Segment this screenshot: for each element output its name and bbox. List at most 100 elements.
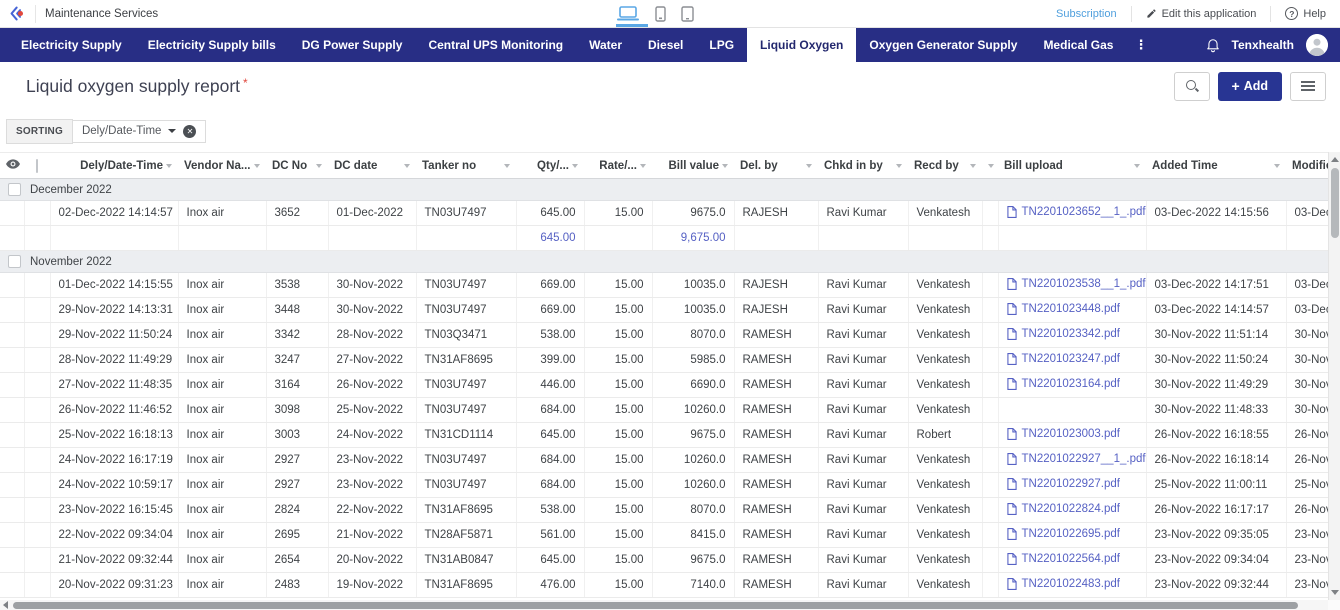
bill-file-link[interactable]: TN2201022927__1_.pdf	[1007, 453, 1146, 465]
col-header-gap[interactable]	[982, 153, 998, 179]
sort-arrow-icon[interactable]	[806, 164, 812, 168]
sort-arrow-icon[interactable]	[988, 164, 994, 168]
group-checkbox[interactable]	[8, 255, 21, 268]
table-row[interactable]: 24-Nov-2022 16:17:19Inox air292723-Nov-2…	[0, 448, 1328, 473]
add-button[interactable]: +Add	[1218, 72, 1283, 101]
table-row[interactable]: 02-Dec-2022 14:14:57Inox air365201-Dec-2…	[0, 201, 1328, 226]
cell-bill: 10260.0	[652, 448, 734, 473]
bill-file-link[interactable]: TN2201023342.pdf	[1007, 328, 1120, 340]
nav-tab-liquid-oxygen[interactable]: Liquid Oxygen	[747, 28, 856, 62]
col-header-tanker[interactable]: Tanker no	[416, 153, 516, 179]
table-row[interactable]: 01-Dec-2022 14:15:55Inox air353830-Nov-2…	[0, 273, 1328, 298]
remove-sort-icon[interactable]: ✕	[183, 125, 196, 138]
cell-dcno: 2927	[266, 473, 328, 498]
nav-tab-lpg[interactable]: LPG	[696, 28, 747, 62]
table-row[interactable]: 22-Nov-2022 09:34:04Inox air269521-Nov-2…	[0, 523, 1328, 548]
nav-tab-oxygen-generator-supply[interactable]: Oxygen Generator Supply	[856, 28, 1030, 62]
sorting-chip[interactable]: Dely/Date-Time ✕	[73, 120, 206, 143]
sort-arrow-icon[interactable]	[404, 164, 410, 168]
nav-tab-water[interactable]: Water	[576, 28, 635, 62]
nav-tab-medical-gas[interactable]: Medical Gas	[1030, 28, 1126, 62]
laptop-icon[interactable]	[616, 6, 640, 22]
table-row[interactable]: 20-Nov-2022 09:31:23Inox air248319-Nov-2…	[0, 573, 1328, 598]
table-row[interactable]: 25-Nov-2022 16:18:13Inox air300324-Nov-2…	[0, 423, 1328, 448]
avatar[interactable]	[1306, 34, 1328, 56]
sort-arrow-icon[interactable]	[1134, 164, 1140, 168]
table-row[interactable]: 29-Nov-2022 14:13:31Inox air344830-Nov-2…	[0, 298, 1328, 323]
col-header-bill[interactable]: Bill value	[652, 153, 734, 179]
vertical-scroll-thumb[interactable]	[1331, 168, 1339, 238]
column-chooser-eye-icon[interactable]	[0, 153, 24, 179]
notifications-bell-icon[interactable]	[1206, 37, 1220, 53]
nav-tab-diesel[interactable]: Diesel	[635, 28, 696, 62]
col-header-dely[interactable]: Dely/Date-Time	[50, 153, 178, 179]
table-row[interactable]: 29-Nov-2022 11:50:24Inox air334228-Nov-2…	[0, 323, 1328, 348]
bill-file-link[interactable]: TN2201023164.pdf	[1007, 378, 1120, 390]
chevron-down-icon[interactable]	[168, 129, 176, 133]
cell-dcdate: 23-Nov-2022	[328, 448, 416, 473]
group-checkbox[interactable]	[8, 183, 21, 196]
user-name[interactable]: Tenxhealth	[1232, 38, 1294, 52]
col-header-chkd[interactable]: Chkd in by	[818, 153, 908, 179]
sort-arrow-icon[interactable]	[722, 164, 728, 168]
more-tabs-icon[interactable]: ⋮	[1126, 28, 1155, 62]
sort-arrow-icon[interactable]	[1274, 164, 1280, 168]
col-header-delby[interactable]: Del. by	[734, 153, 818, 179]
sort-arrow-icon[interactable]	[316, 164, 322, 168]
table-row[interactable]: 24-Nov-2022 10:59:17Inox air292723-Nov-2…	[0, 473, 1328, 498]
col-header-vendor[interactable]: Vendor Na...	[178, 153, 266, 179]
col-header-modified[interactable]: Modified Time	[1286, 153, 1328, 179]
bill-file-link[interactable]: TN2201023448.pdf	[1007, 303, 1120, 315]
nav-tab-central-ups-monitoring[interactable]: Central UPS Monitoring	[415, 28, 576, 62]
bill-file-link[interactable]: TN2201023538__1_.pdf	[1007, 278, 1146, 290]
sort-arrow-icon[interactable]	[572, 164, 578, 168]
nav-tab-electricity-supply[interactable]: Electricity Supply	[8, 28, 135, 62]
table-row[interactable]: 27-Nov-2022 11:48:35Inox air316426-Nov-2…	[0, 373, 1328, 398]
bill-file-link[interactable]: TN2201022824.pdf	[1007, 503, 1120, 515]
col-header-dcdate[interactable]: DC date	[328, 153, 416, 179]
horizontal-scroll-thumb[interactable]	[13, 602, 1298, 609]
col-header-recd[interactable]: Recd by	[908, 153, 982, 179]
bill-file-link[interactable]: TN2201023652__1_.pdf	[1007, 206, 1146, 218]
sort-arrow-icon[interactable]	[254, 164, 260, 168]
sort-arrow-icon[interactable]	[504, 164, 510, 168]
cell-gap	[982, 523, 998, 548]
col-header-rate[interactable]: Rate/...	[584, 153, 652, 179]
bill-file-link[interactable]: TN2201022483.pdf	[1007, 578, 1120, 590]
sort-arrow-icon[interactable]	[640, 164, 646, 168]
help-button[interactable]: ? Help	[1270, 6, 1340, 22]
phone-icon[interactable]	[655, 6, 666, 22]
app-logo[interactable]	[0, 5, 36, 23]
col-header-dcno[interactable]: DC No	[266, 153, 328, 179]
table-row[interactable]: 26-Nov-2022 11:46:52Inox air309825-Nov-2…	[0, 398, 1328, 423]
tablet-icon[interactable]	[681, 6, 694, 22]
bill-file-link[interactable]: TN2201022927.pdf	[1007, 478, 1120, 490]
edit-application-button[interactable]: Edit this application	[1131, 6, 1271, 22]
scroll-up-icon[interactable]	[1331, 157, 1339, 162]
col-header-file[interactable]: Bill upload	[998, 153, 1146, 179]
table-row[interactable]: 28-Nov-2022 11:49:29Inox air324727-Nov-2…	[0, 348, 1328, 373]
col-header-qty[interactable]: Qty/...	[516, 153, 584, 179]
scroll-left-icon[interactable]	[3, 601, 8, 609]
vertical-scrollbar[interactable]	[1328, 152, 1340, 600]
sort-arrow-icon[interactable]	[896, 164, 902, 168]
menu-button[interactable]	[1290, 72, 1326, 101]
sort-arrow-icon[interactable]	[166, 164, 172, 168]
col-header-added[interactable]: Added Time	[1146, 153, 1286, 179]
sort-arrow-icon[interactable]	[970, 164, 976, 168]
bill-file-link[interactable]: TN2201022695.pdf	[1007, 528, 1120, 540]
bill-file-link[interactable]: TN2201022564.pdf	[1007, 553, 1120, 565]
table-row[interactable]: 23-Nov-2022 16:15:45Inox air282422-Nov-2…	[0, 498, 1328, 523]
nav-tab-electricity-supply-bills[interactable]: Electricity Supply bills	[135, 28, 289, 62]
nav-tab-dg-power-supply[interactable]: DG Power Supply	[289, 28, 416, 62]
bill-file-link[interactable]: TN2201023247.pdf	[1007, 353, 1120, 365]
horizontal-scrollbar[interactable]	[0, 600, 1328, 610]
scroll-down-icon[interactable]	[1331, 590, 1339, 595]
table-row[interactable]: 21-Nov-2022 09:32:44Inox air265420-Nov-2…	[0, 548, 1328, 573]
select-all-checkbox[interactable]	[36, 159, 38, 173]
cell-file: TN2201022927__1_.pdf	[998, 448, 1146, 473]
bill-file-link[interactable]: TN2201023003.pdf	[1007, 428, 1120, 440]
search-button[interactable]	[1174, 72, 1210, 101]
col-header-select[interactable]	[24, 153, 50, 179]
subscription-link[interactable]: Subscription	[1042, 6, 1131, 22]
